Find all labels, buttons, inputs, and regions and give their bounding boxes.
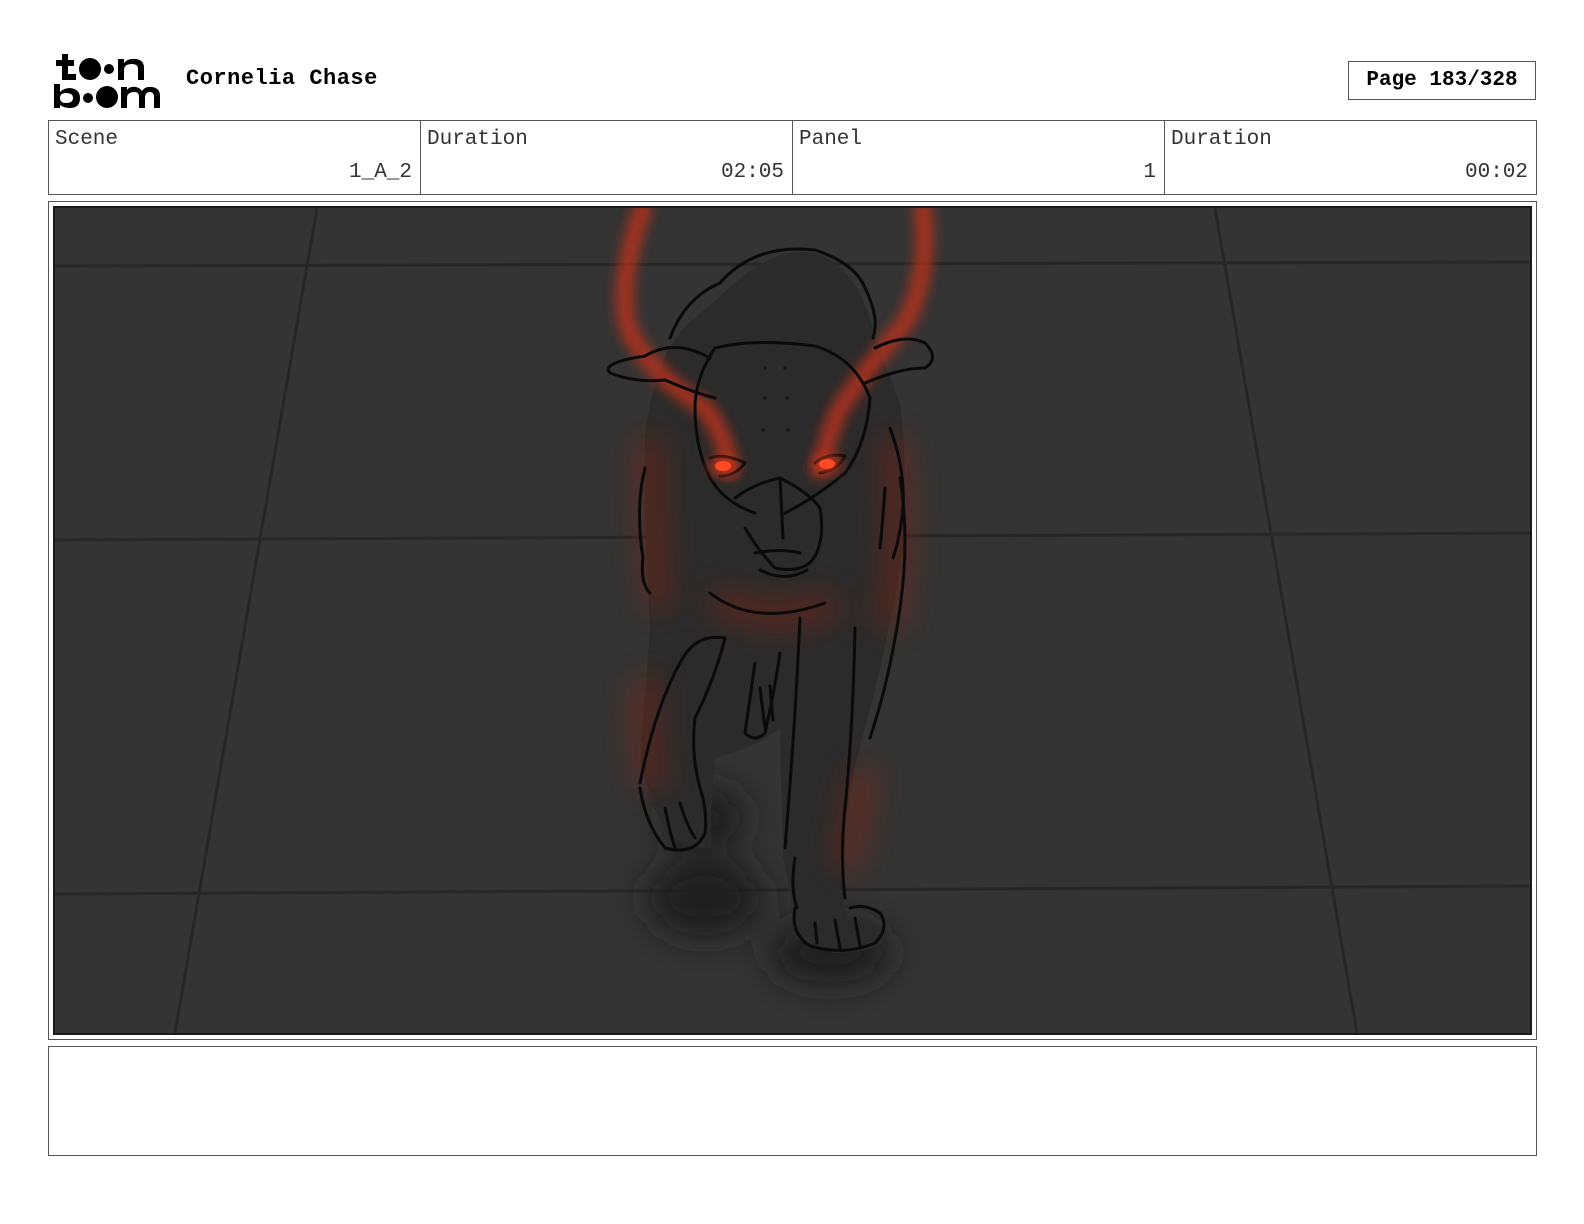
- scene-cell: Scene 1_A_2: [49, 121, 421, 194]
- panel-notes: [48, 1046, 1537, 1156]
- panel-drawing: [53, 206, 1532, 1035]
- scene-duration-label: Duration: [427, 128, 528, 151]
- scene-value: 1_A_2: [348, 161, 412, 184]
- panel-duration-value: 00:02: [1464, 161, 1528, 184]
- creature-illustration: [55, 208, 1530, 1033]
- storyboard-panel: [48, 201, 1537, 1040]
- logo-icon: [54, 54, 160, 108]
- panel-duration-cell: Duration 00:02: [1165, 121, 1536, 194]
- project-title: Cornelia Chase: [186, 66, 378, 91]
- panel-label: Panel: [799, 128, 863, 151]
- panel-duration-label: Duration: [1171, 128, 1272, 151]
- panel-value: 1: [1143, 161, 1156, 184]
- scene-label: Scene: [55, 128, 119, 151]
- scene-duration-value: 02:05: [720, 161, 784, 184]
- page-indicator: Page 183/328: [1348, 61, 1536, 100]
- panel-cell: Panel 1: [793, 121, 1165, 194]
- scene-duration-cell: Duration 02:05: [421, 121, 793, 194]
- toon-boom-logo: [52, 50, 164, 112]
- panel-info-row: Scene 1_A_2 Duration 02:05 Panel 1 Durat…: [48, 120, 1537, 195]
